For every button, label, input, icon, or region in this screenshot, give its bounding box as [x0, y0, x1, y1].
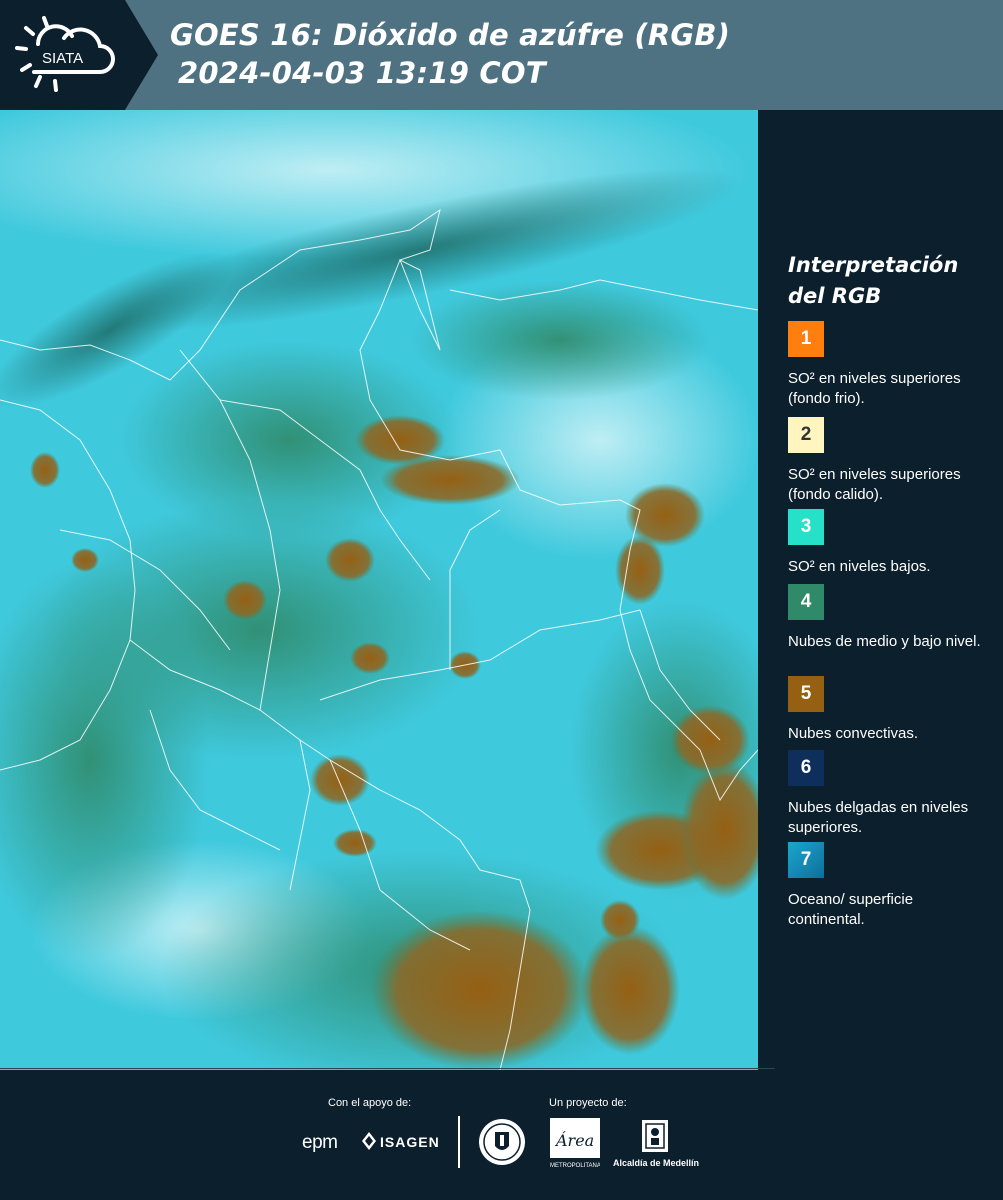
satellite-map[interactable]: [0, 110, 758, 1070]
legend-label: SO² en niveles superiores (fondo frio).: [788, 370, 961, 407]
legend-swatch: 2: [788, 417, 824, 453]
area-metropolitana-label: Área Metropolitana Valle de Aburrá: [0, 1070, 1, 1071]
satellite-image: [0, 110, 758, 1070]
project-label: Un proyecto de:: [549, 1097, 627, 1109]
legend-swatch: 5: [788, 676, 824, 712]
legend-item-5: 5 Nubes convectivas.: [788, 676, 988, 744]
legend-item-4: 4 Nubes de medio y bajo nivel.: [788, 584, 988, 652]
logo-text: SIATA: [42, 50, 83, 67]
footer-divider-line: [0, 1068, 775, 1069]
legend-swatch: 4: [788, 584, 824, 620]
page-title: GOES 16: Dióxido de azúfre (RGB): [170, 18, 731, 52]
svg-text:Área: Área: [554, 1130, 594, 1150]
legend-label: Nubes convectivas.: [788, 725, 919, 742]
svg-text:METROPOLITANA: METROPOLITANA: [550, 1163, 600, 1169]
legend-label: Nubes delgadas en niveles superiores.: [788, 799, 969, 836]
isagen-mark-icon: [362, 1132, 376, 1150]
medellin-seal-icon[interactable]: [478, 1118, 526, 1166]
header: SIATA GOES 16: Dióxido de azúfre (RGB) 2…: [0, 0, 1003, 110]
legend-item-2: 2 SO² en niveles superiores (fondo calid…: [788, 417, 988, 519]
epm-logo[interactable]: epm: [302, 1132, 338, 1154]
siata-logo[interactable]: SIATA: [14, 14, 126, 94]
legend-item-1: 1 SO² en niveles superiores (fondo frio)…: [788, 321, 988, 409]
legend-swatch: 1: [788, 321, 824, 357]
alcaldia-shield-icon[interactable]: [640, 1118, 670, 1154]
legend-title: Interpretación del RGB: [788, 253, 959, 308]
legend-panel: Interpretación del RGB 1 SO² en niveles …: [770, 110, 1003, 1070]
isagen-logo[interactable]: ISAGEN: [380, 1134, 440, 1150]
legend-item-3: 3 SO² en niveles bajos.: [788, 509, 988, 577]
legend-swatch: 6: [788, 750, 824, 786]
legend-label: SO² en niveles bajos.: [788, 558, 931, 575]
legend-swatch: 7: [788, 842, 824, 878]
footer-divider: [458, 1116, 460, 1168]
timestamp: 2024-04-03 13:19 COT: [178, 56, 546, 90]
legend-item-6: 6 Nubes delgadas en niveles superiores.: [788, 750, 988, 838]
alcaldia-label: Alcaldía de Medellín: [613, 1158, 700, 1168]
legend-label: Nubes de medio y bajo nivel.: [788, 633, 981, 650]
footer: Con el apoyo de: Un proyecto de: epm ISA…: [0, 1068, 1003, 1200]
legend-swatch: 3: [788, 509, 824, 545]
legend-label: Oceano/ superficie continental.: [788, 891, 914, 928]
legend-item-7: 7 Oceano/ superficie continental.: [788, 842, 988, 930]
area-metropolitana-logo[interactable]: Área METROPOLITANA: [550, 1118, 600, 1172]
support-label: Con el apoyo de:: [328, 1097, 412, 1109]
